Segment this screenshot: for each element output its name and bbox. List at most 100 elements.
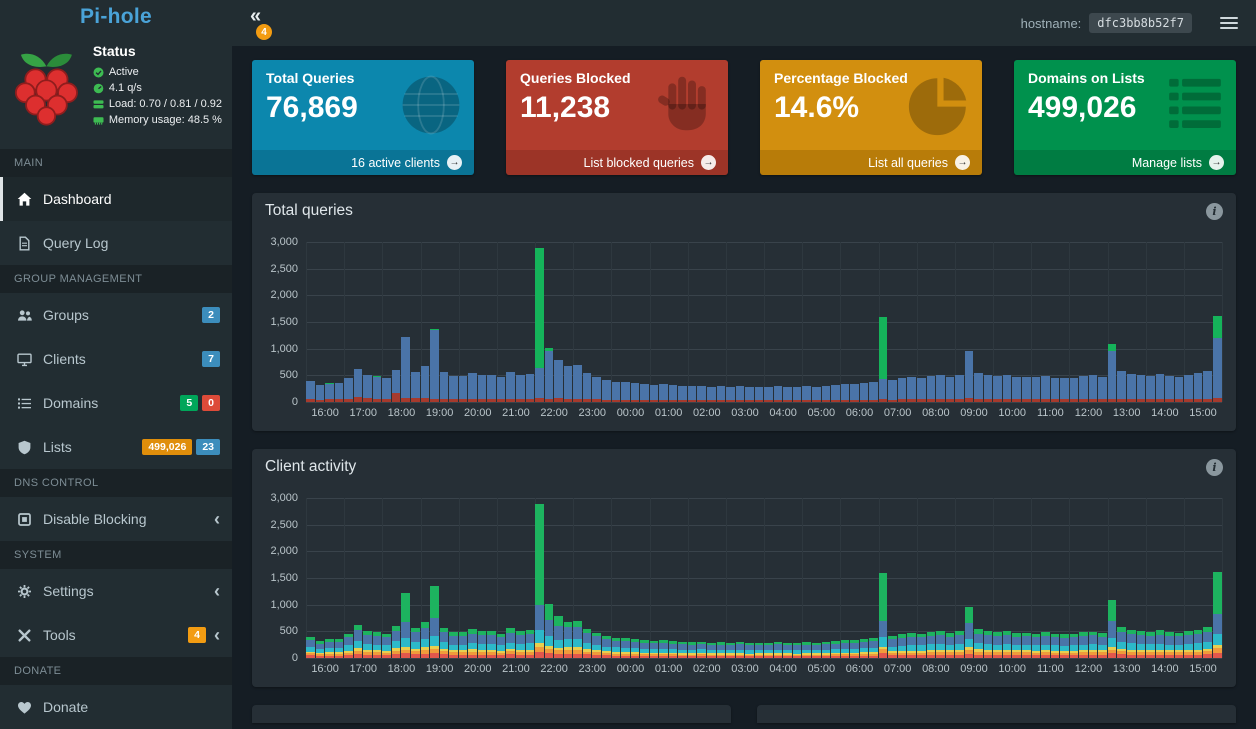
x-tick-label: 15:00 (1184, 407, 1222, 419)
sidebar-menu: MAIN Dashboard Query Log GROUP MANAGEMEN… (0, 149, 232, 729)
card-footer-link[interactable]: 16 active clients → (252, 150, 474, 175)
chart-bar (344, 242, 353, 402)
x-tick-label: 11:00 (1031, 407, 1069, 419)
sidebar-item-settings[interactable]: Settings ‹ (0, 569, 232, 613)
chart-bar (974, 242, 983, 402)
chart-bar (1032, 242, 1041, 402)
panel-title: Total queries (265, 202, 353, 220)
brand-logo[interactable]: Pi-hole (0, 0, 232, 33)
chart-bar (879, 498, 888, 658)
arrow-circle-icon: → (955, 155, 970, 170)
file-icon (16, 236, 33, 251)
sidebar-item-query-log[interactable]: Query Log (0, 221, 232, 265)
chart-bar (306, 242, 315, 402)
chart-bar (965, 498, 974, 658)
top-navbar: « 4 hostname: dfc3bb8b52f7 (232, 0, 1256, 46)
chart-bar (1022, 498, 1031, 658)
sidebar-item-clients[interactable]: Clients 7 (0, 337, 232, 381)
chart-bar (545, 498, 554, 658)
chart-bar (468, 242, 477, 402)
chart-bar (421, 242, 430, 402)
menu-toggle-button[interactable] (1216, 11, 1242, 35)
chart-bar (316, 498, 325, 658)
chart-bar (316, 242, 325, 402)
chart-bar (1012, 242, 1021, 402)
sidebar-item-tools[interactable]: Tools 4 ‹ (0, 613, 232, 657)
chart-bar (1194, 242, 1203, 402)
chart-bar (669, 498, 678, 658)
chart-bar (1156, 242, 1165, 402)
chart-bar (459, 242, 468, 402)
tools-update-badge: 4 (188, 627, 206, 644)
card-footer-link[interactable]: Manage lists → (1014, 150, 1236, 175)
total-queries-panel: Total queries i 3,0002,5002,0001,5001,00… (252, 193, 1236, 431)
update-count-badge[interactable]: 4 (256, 24, 272, 40)
info-icon[interactable]: i (1206, 203, 1223, 220)
chart-bar (506, 498, 515, 658)
chart-bar (869, 498, 878, 658)
card-queries-blocked: Queries Blocked 11,238 List blocked quer… (506, 60, 728, 175)
card-footer-link[interactable]: List blocked queries → (506, 150, 728, 175)
chart-bar (650, 498, 659, 658)
chart-bar (1175, 498, 1184, 658)
domains-denied-badge: 0 (202, 395, 220, 412)
sidebar-item-dashboard[interactable]: Dashboard (0, 177, 232, 221)
sidebar-item-domains[interactable]: Domains 5 0 (0, 381, 232, 425)
chart-bar (487, 498, 496, 658)
chart-bar (335, 242, 344, 402)
x-tick-label: 00:00 (611, 407, 649, 419)
status-title: Status (93, 43, 222, 59)
chart-bar (545, 242, 554, 402)
chart-bar (745, 498, 754, 658)
y-tick-label: 500 (280, 625, 298, 637)
chart-bar (382, 498, 391, 658)
info-icon[interactable]: i (1206, 459, 1223, 476)
chart-bar (802, 242, 811, 402)
memory-icon (93, 115, 104, 126)
card-footer-link[interactable]: List all queries → (760, 150, 982, 175)
sidebar-collapse-button[interactable]: « 4 (232, 0, 302, 46)
gridline (1222, 242, 1223, 402)
chart-bar (1117, 498, 1126, 658)
chart-bar (449, 242, 458, 402)
sidebar-item-lists[interactable]: Lists 499,026 23 (0, 425, 232, 469)
partial-panel-right (757, 705, 1236, 723)
chart-bar (764, 242, 773, 402)
chart-bar (392, 498, 401, 658)
sidebar-item-disable-blocking[interactable]: Disable Blocking ‹ (0, 497, 232, 541)
x-tick-label: 14:00 (1146, 663, 1184, 675)
chart-bar (745, 242, 754, 402)
sidebar-item-donate[interactable]: Donate (0, 685, 232, 729)
x-tick-label: 04:00 (764, 407, 802, 419)
sidebar-item-label: Lists (43, 439, 72, 455)
y-tick-label: 2,500 (270, 519, 298, 531)
status-memory-label: Memory usage: 48.5 % (109, 114, 222, 126)
domains-allowed-badge: 5 (180, 395, 198, 412)
status-active-label: Active (109, 66, 139, 78)
client-activity-panel: Client activity i 3,0002,5002,0001,5001,… (252, 449, 1236, 687)
users-icon (16, 308, 33, 323)
chart-bar (354, 498, 363, 658)
chart-bar (382, 242, 391, 402)
status-rate-label: 4.1 q/s (109, 82, 142, 94)
chart-bar (631, 498, 640, 658)
chart-bar (554, 498, 563, 658)
chevron-left-icon: ‹ (214, 626, 220, 644)
panel-title: Client activity (265, 458, 356, 476)
chart-bar (717, 498, 726, 658)
status-panel: Status Active 4.1 q/s Load: 0.70 / 0.81 … (0, 33, 232, 149)
chart-bar (373, 498, 382, 658)
sidebar-item-label: Disable Blocking (43, 511, 147, 527)
display-icon (16, 352, 33, 367)
chart-bar (1213, 498, 1222, 658)
sidebar-item-groups[interactable]: Groups 2 (0, 293, 232, 337)
x-tick-label: 19:00 (421, 407, 459, 419)
hostname-label: hostname: (1021, 16, 1082, 31)
plot-area[interactable] (306, 242, 1222, 402)
card-footer-label: List all queries (868, 156, 948, 170)
chart-bar (793, 242, 802, 402)
chart-bar (621, 498, 630, 658)
brand-text: Pi-hole (80, 5, 152, 29)
chart-bar (965, 242, 974, 402)
plot-area[interactable] (306, 498, 1222, 658)
